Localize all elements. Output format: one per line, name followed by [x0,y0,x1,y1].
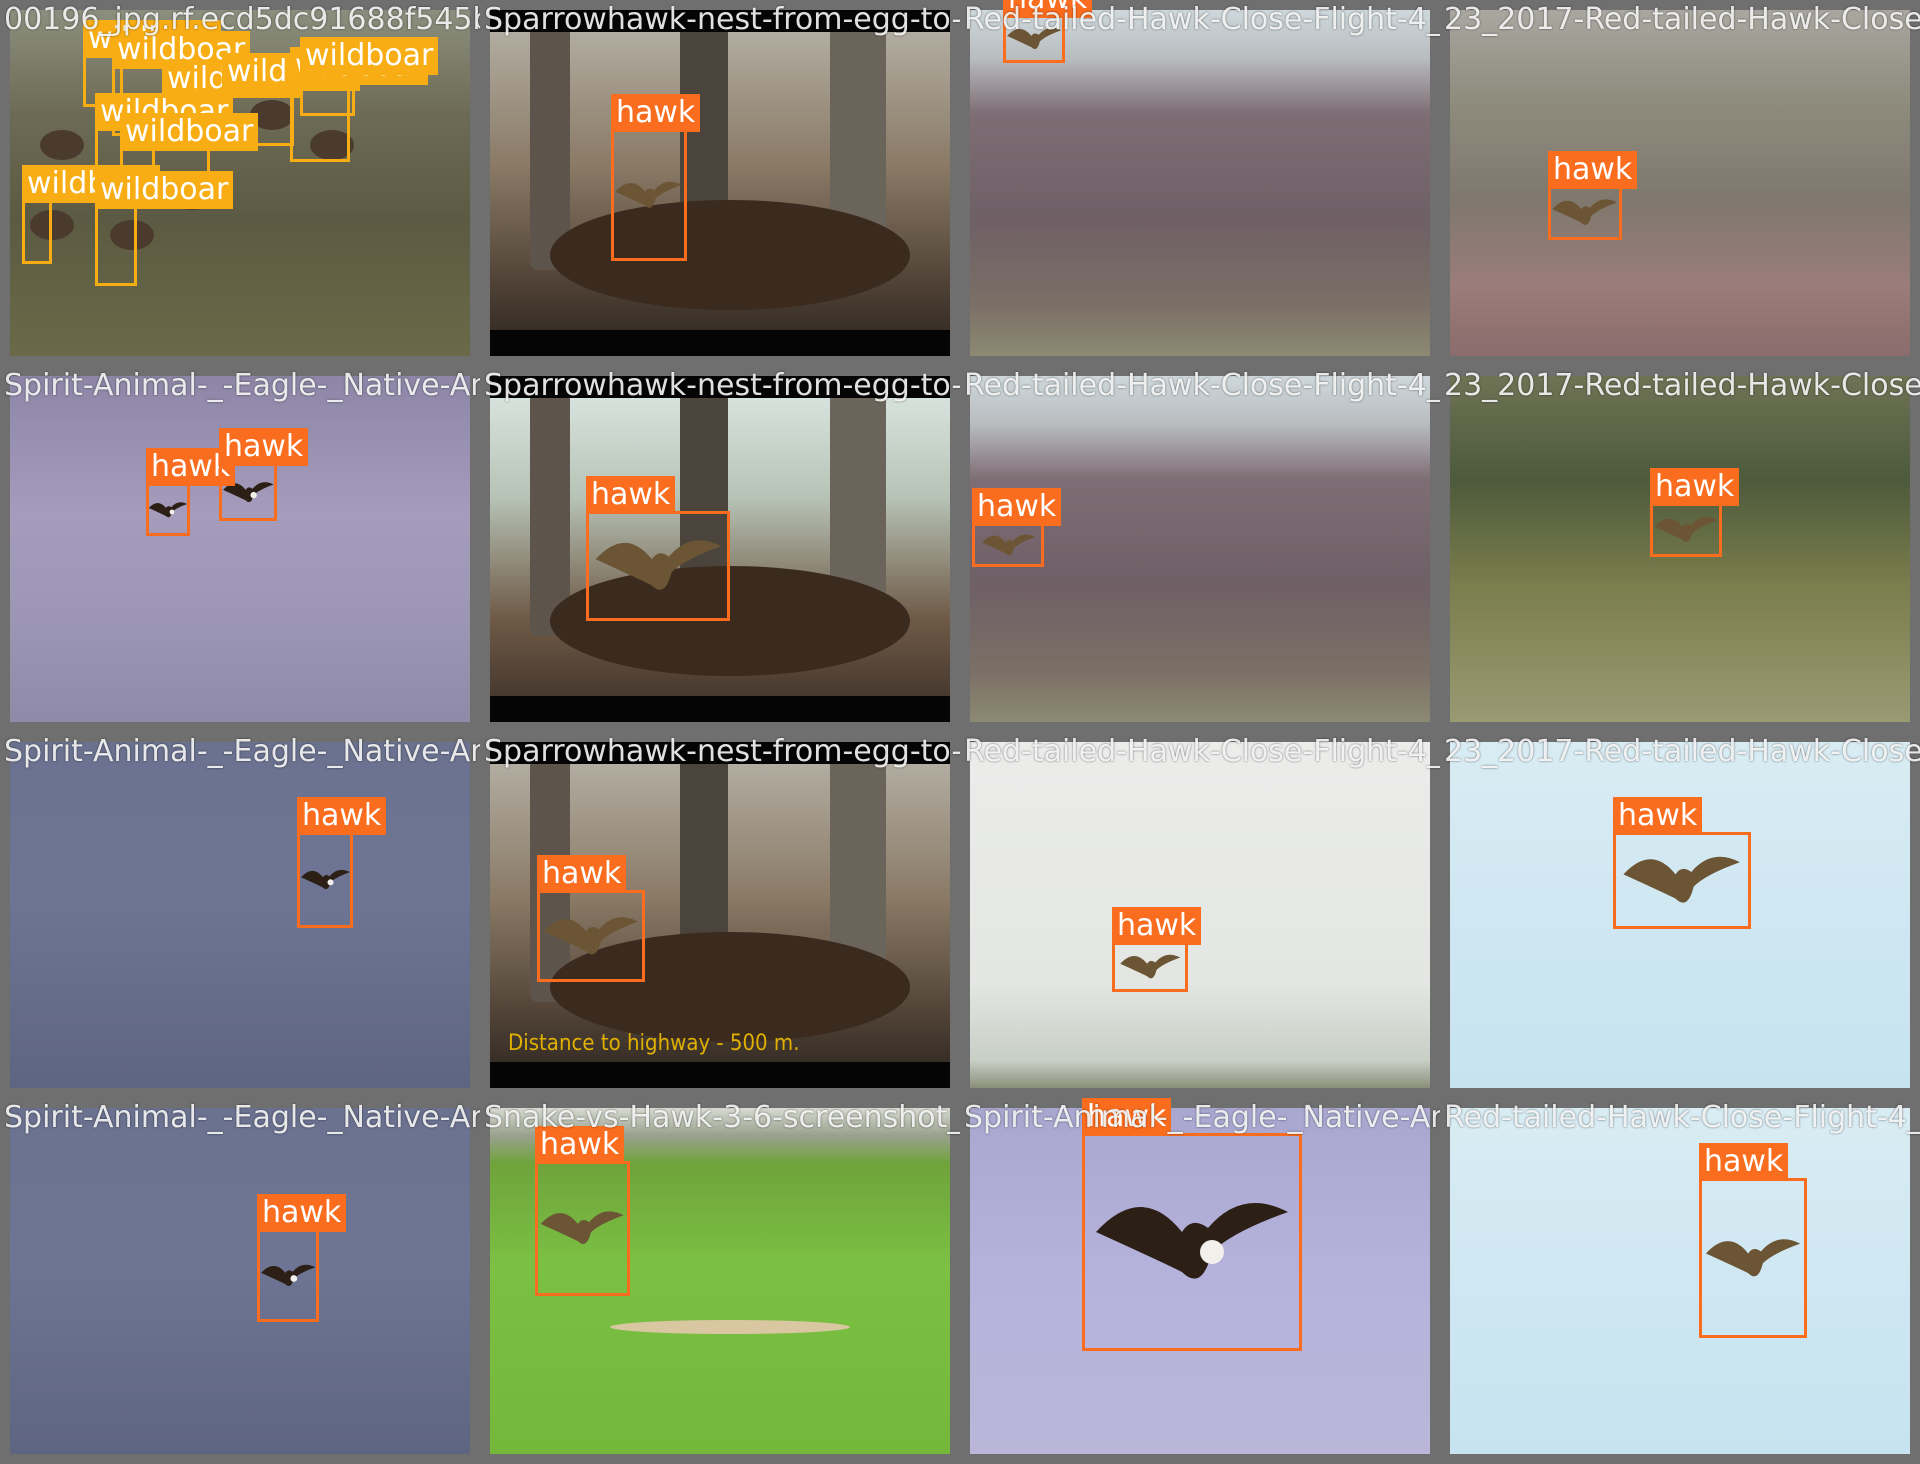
photo [490,10,950,356]
hawk-bounding-box: hawk [535,1126,630,1296]
image-tile: hawkSpirit-Animal-_-Eagle-_Native-Americ… [0,732,480,1098]
hawk-bounding-box: hawk [972,488,1062,567]
detection-label: hawk [1003,0,1093,18]
photo [1450,1108,1910,1454]
photo [10,1108,470,1454]
tree-trunk [530,10,570,270]
image-tile: Distance to highway - 500 m. hawk Sparrowh… [480,732,960,1098]
image-tile: hawkRed-tailed-Hawk-Close-Flight-4_ [960,732,1440,1098]
video-caption: Distance to highway - 500 m. [508,1031,800,1056]
hawk-bounding-box: hawk [586,476,730,621]
image-tile: wildboar wildboar wildboar wildboar wildboar… [0,0,480,366]
letterbox-bottom [490,696,950,722]
image-tile: hawkSpirit-Animal-_-Eagle-_Native-Americ… [960,1098,1440,1464]
wildboar-bounding-box: wildboar [95,171,234,286]
snake [610,1320,850,1334]
letterbox-bottom [490,1062,950,1088]
detection-grid: wildboar wildboar wildboar wildboar wildboar… [0,0,1920,1464]
detection-label: wildboar [300,37,439,75]
tree-trunk [530,376,570,636]
wildboar-bounding-box: wildboar [22,165,161,264]
hawk-bounding-box: hawk [537,855,645,982]
hawk-bounding-box: hawk [257,1194,347,1322]
image-tile: hawk23_2017-Red-tailed-Hawk-Close-Flight… [1440,366,1920,732]
hawk-bounding-box: hawk [146,448,236,536]
letterbox-top [490,742,950,764]
image-tile: hawkSpirit-Animal-_-Eagle-_Native-Americ… [0,1098,480,1464]
hawk-bounding-box: hawk [1699,1143,1807,1338]
detection-label: hawk [1548,151,1638,189]
detection-label: hawk [1082,1098,1172,1136]
detection-label: hawk [1613,797,1703,835]
image-tile: hawk23_2017-Red-tailed-Hawk-Close-Flight… [1440,0,1920,366]
detection-label: hawk [537,855,627,893]
detection-label: hawk [257,1194,347,1232]
letterbox-top [490,376,950,398]
letterbox-bottom [490,330,950,356]
image-tile: hawk23_2017-Red-tailed-Hawk-Close-Flight… [1440,732,1920,1098]
photo [10,742,470,1088]
photo [1450,10,1910,356]
image-tile: hawkRed-tailed-Hawk-Close-Flight-4_ [960,366,1440,732]
detection-label: hawk [586,476,676,514]
letterbox-top [490,10,950,32]
hawk-bounding-box: hawk [1613,797,1751,929]
hawk-bounding-box: hawk [1003,0,1093,63]
detection-label: hawk [535,1126,625,1164]
detection-label: hawk [1699,1143,1789,1181]
image-tile: hawk Sparrowhawk-nest-from-egg-to-fl [480,366,960,732]
detection-label: wildboar [95,171,234,209]
wildboar-bounding-box: wildboar [300,37,439,116]
image-tile: hawkRed-tailed-Hawk-Close-Flight-4_ [1440,1098,1920,1464]
image-tile: hawkhawkSpirit-Animal-_-Eagle-_Native-Am… [0,366,480,732]
hawk-bounding-box: hawk [1650,468,1740,557]
detection-label: hawk [297,797,387,835]
detection-label: wildboar [120,113,259,151]
image-tile: hawk Sparrowhawk-nest-from-egg-to-fl [480,0,960,366]
image-tile: hawkRed-tailed-Hawk-Close-Flight-4_ [960,0,1440,366]
hawk-bounding-box: hawk [297,797,387,928]
image-tile: hawkSnake-vs-Hawk-3-6-screenshot_jpg.rf [480,1098,960,1464]
detection-label: hawk [611,94,701,132]
detection-label: hawk [1650,468,1740,506]
detection-label: hawk [972,488,1062,526]
hawk-bounding-box: hawk [1548,151,1638,240]
boar-shape [40,130,84,160]
nest [550,200,910,310]
detection-label: hawk [1112,907,1202,945]
hawk-bounding-box: hawk [611,94,701,261]
detection-label: hawk [219,428,309,466]
hawk-bounding-box: hawk [1112,907,1202,992]
hawk-bounding-box: hawk [1082,1098,1302,1351]
hawk-bounding-box: hawk [219,428,309,521]
